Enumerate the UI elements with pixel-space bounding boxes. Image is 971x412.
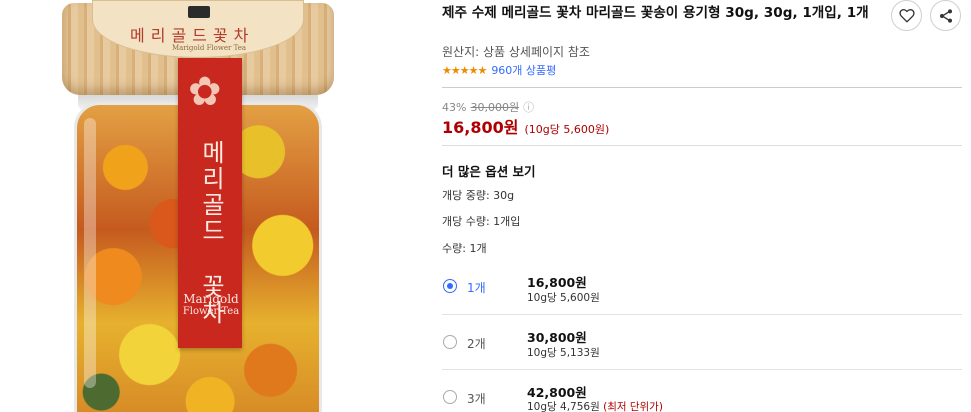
option-unit-1: 10g당 5,600원 [527,292,600,304]
option-price-1: 16,800원 [527,275,587,290]
info-icon[interactable]: ⓘ [523,99,534,115]
lid-subtext: Marigold Flower Tea [172,44,247,52]
option-row-3[interactable]: 3개 42,800원 10g당 4,756원 (최저 단위가) [442,380,962,412]
sale-price: 16,800원 [442,118,519,137]
more-options-heading[interactable]: 더 많은 옵션 보기 [442,161,536,180]
option-unit-2: 10g당 5,133원 [527,347,600,359]
product-title: 제주 수제 메리골드 꽃차 마리골드 꽃송이 용기형 30g, 30g, 1개입… [442,5,869,21]
discount-row: 43% 30,000원 ⓘ [442,99,534,115]
option-price-2: 30,800원 [527,330,587,345]
original-price: 30,000원 [470,101,520,114]
jar-shine [84,118,96,388]
band-english-line1: Marigold [183,292,239,306]
option-unit-3-text: 10g당 4,756원 [527,401,600,412]
band-english-line2: Flower Tea [182,306,240,317]
flower-icon: ✿ [188,69,222,115]
option-label-1: 1개 [467,281,486,295]
lid-badge [188,6,210,18]
share-icon [939,8,952,23]
option-separator [442,314,962,315]
divider [442,87,962,88]
spec-quantity: 수량: 1개 [442,242,487,255]
lowest-unit-price-note: (최저 단위가) [603,401,663,412]
option-radio-1[interactable] [443,279,457,293]
share-button[interactable] [930,0,961,31]
option-radio-3[interactable] [443,390,457,404]
discount-rate: 43% [442,100,467,114]
review-count-link[interactable]: 960개 상품평 [491,62,556,78]
option-label-3: 3개 [467,392,486,406]
option-radio-2[interactable] [443,335,457,349]
unit-price: (10g당 5,600원) [524,123,610,136]
spec-count: 개당 수량: 1개입 [442,215,521,228]
lid-text: 메리골드꽃차 [130,26,255,45]
heart-icon [898,9,915,23]
wishlist-button[interactable] [891,0,922,31]
divider [442,145,962,146]
option-label-2: 2개 [467,337,486,351]
price-row: 16,800원 (10g당 5,600원) [442,114,609,138]
option-unit-3: 10g당 4,756원 (최저 단위가) [527,399,663,412]
spec-weight: 개당 중량: 30g [442,189,515,202]
option-separator [442,369,962,370]
rating-stars: ★★★★★ [442,63,487,77]
origin-text: 원산지: 상품 상세페이지 참조 [442,45,590,59]
rating-row: ★★★★★ 960개 상품평 [442,62,556,78]
product-image[interactable]: 메리골드꽃차 Marigold Flower Tea ✿ 메리골드 꽃차 Mar… [0,0,420,412]
